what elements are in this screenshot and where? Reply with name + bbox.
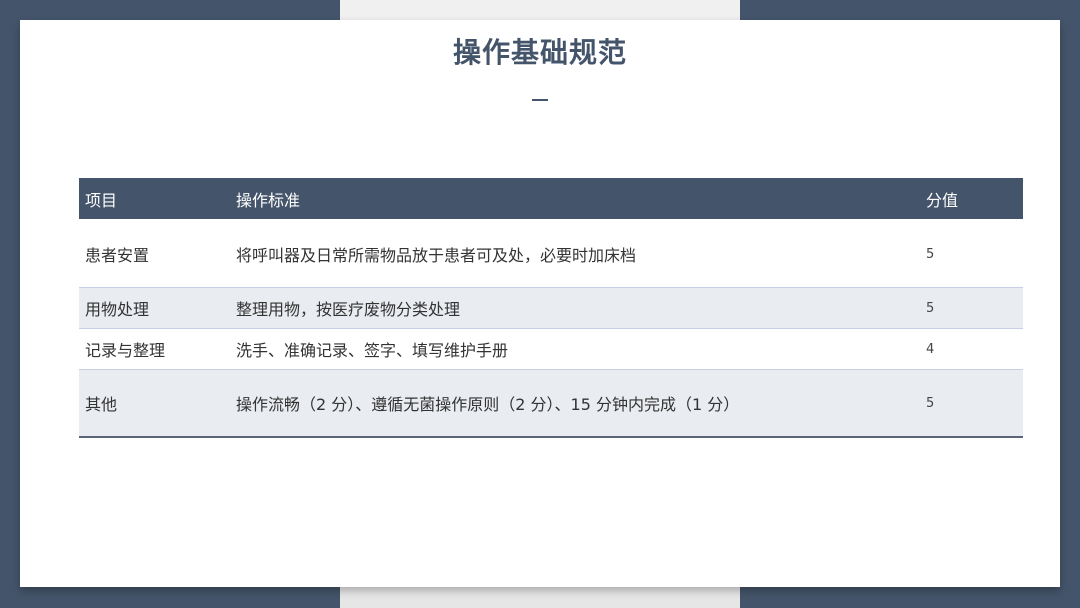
cell-item: 用物处理 xyxy=(79,287,230,329)
table-row: 用物处理 整理用物，按医疗废物分类处理 5 xyxy=(79,287,1023,329)
header-standard: 操作标准 xyxy=(230,178,920,221)
table-row: 患者安置 将呼叫器及日常所需物品放于患者可及处，必要时加床档 5 xyxy=(79,220,1023,288)
table-row: 记录与整理 洗手、准确记录、签字、填写维护手册 4 xyxy=(79,328,1023,370)
cell-standard: 整理用物，按医疗废物分类处理 xyxy=(230,287,920,329)
cell-item: 其他 xyxy=(79,369,230,438)
header-score: 分值 xyxy=(920,178,1023,221)
cell-score: 5 xyxy=(920,220,1023,288)
cell-item: 记录与整理 xyxy=(79,328,230,370)
cell-standard: 操作流畅（2 分）、遵循无菌操作原则（2 分）、15 分钟内完成（1 分） xyxy=(230,369,920,438)
cell-score: 5 xyxy=(920,287,1023,329)
page-title: 操作基础规范 xyxy=(452,36,627,69)
spec-table: 项目 操作标准 分值 患者安置 将呼叫器及日常所需物品放于患者可及处，必要时加床… xyxy=(79,178,1023,438)
header-item: 项目 xyxy=(79,178,230,221)
cell-item: 患者安置 xyxy=(79,220,230,288)
cell-score: 5 xyxy=(920,369,1023,438)
cell-standard: 将呼叫器及日常所需物品放于患者可及处，必要时加床档 xyxy=(230,220,920,288)
background-top-strip xyxy=(340,0,740,20)
table-header-row: 项目 操作标准 分值 xyxy=(79,178,1023,221)
cell-score: 4 xyxy=(920,328,1023,370)
title-underline xyxy=(532,99,548,101)
cell-standard: 洗手、准确记录、签字、填写维护手册 xyxy=(230,328,920,370)
slide: 操作基础规范 项目 操作标准 分值 患者安置 将呼叫器及日常所需物品放于患者可及… xyxy=(20,20,1060,587)
table-row: 其他 操作流畅（2 分）、遵循无菌操作原则（2 分）、15 分钟内完成（1 分）… xyxy=(79,369,1023,438)
background-bottom-strip xyxy=(340,587,740,608)
